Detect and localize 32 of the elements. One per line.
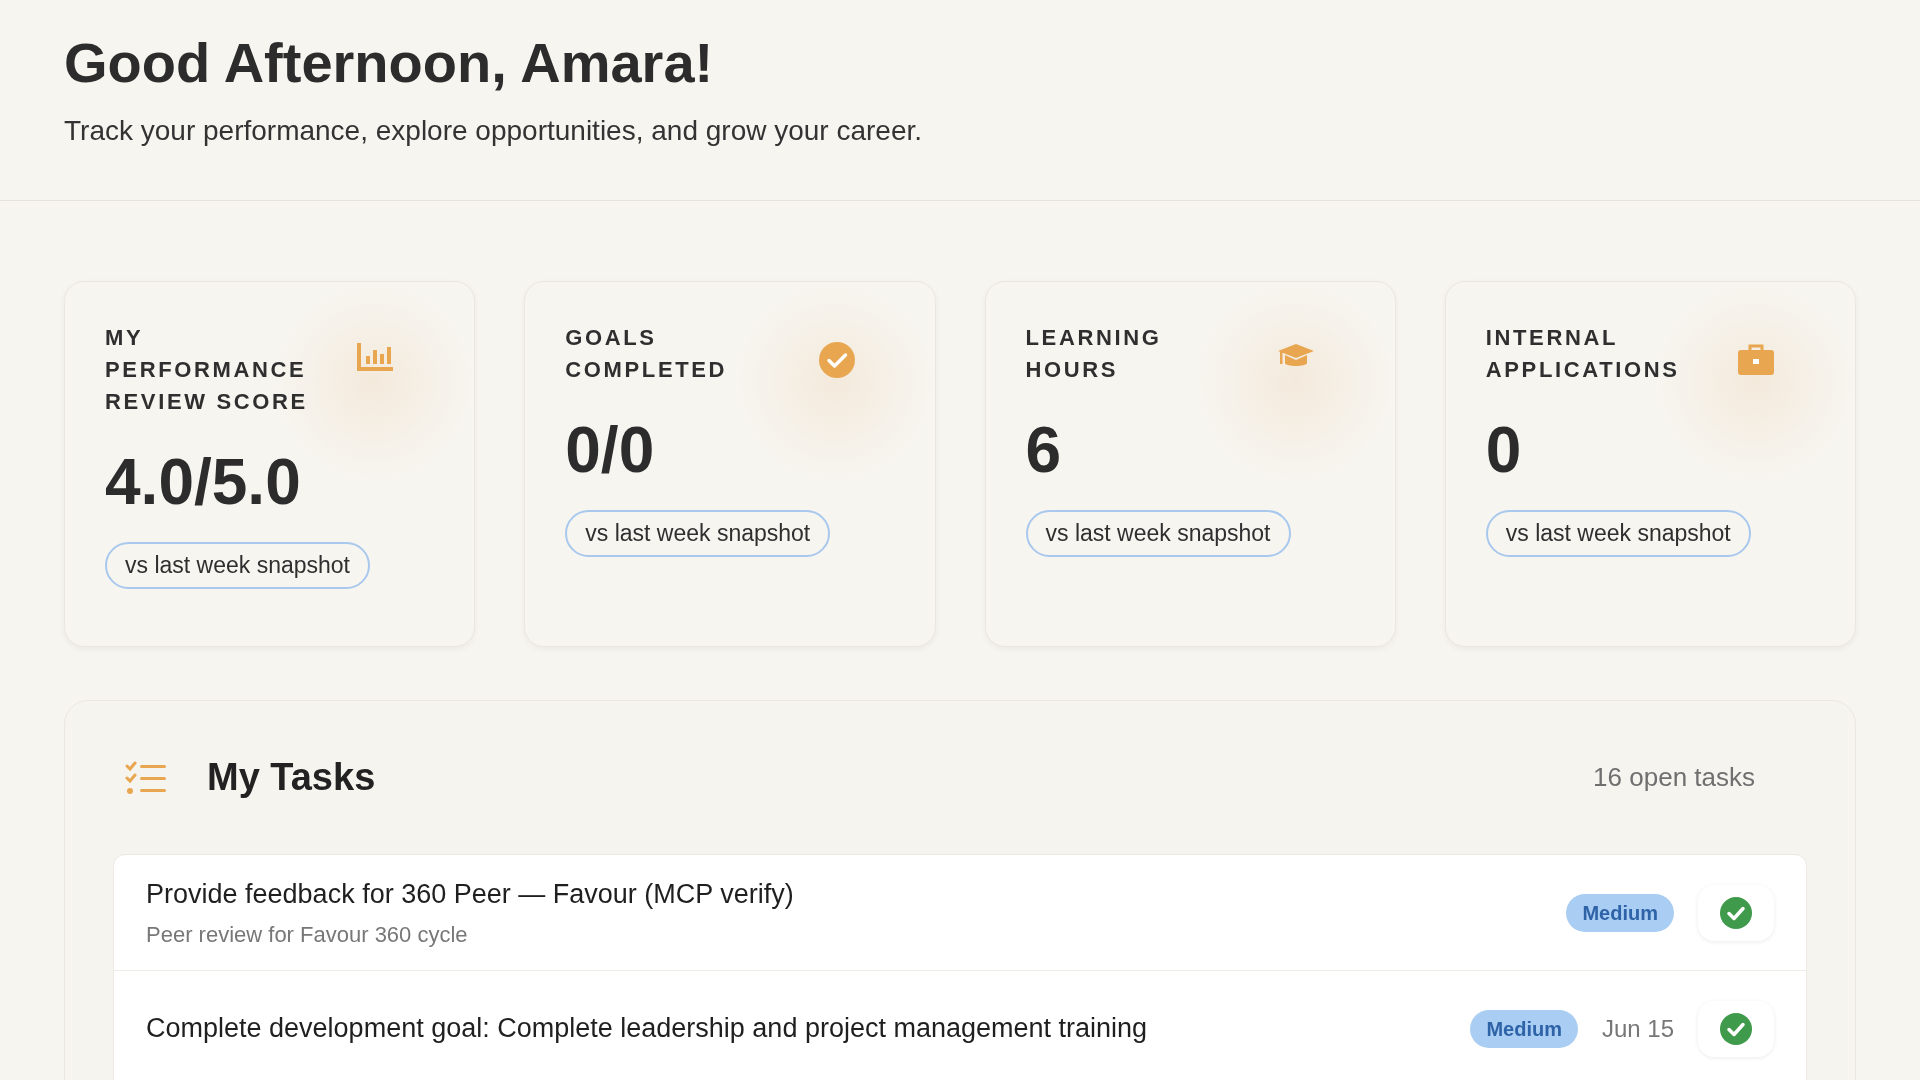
- check-circle-icon: [1720, 1012, 1752, 1045]
- stat-label: GOALS COMPLETED: [565, 324, 729, 384]
- task-row[interactable]: Provide feedback for 360 Peer — Favour (MCP verify) Peer review for Favour 360 cycle Medium: [114, 855, 1806, 971]
- task-title: Complete development goal: Complete leadership and project management training: [146, 1012, 1148, 1046]
- check-circle-icon: [818, 342, 855, 378]
- due-date: Jun 15: [1601, 1013, 1674, 1044]
- check-circle-icon: [1720, 896, 1752, 929]
- stat-value: 6: [1025, 418, 1063, 482]
- task-row[interactable]: Complete development goal: Complete leadership and project management training Medium Jun 15: [114, 971, 1806, 1080]
- stat-value: 4.0/5.0: [105, 450, 302, 514]
- open-tasks-count: 16 open tasks: [1593, 761, 1755, 794]
- stat-label: LEARNING HOURS: [1025, 324, 1163, 384]
- priority-badge: Medium: [1470, 1009, 1578, 1048]
- complete-button[interactable]: [1698, 884, 1774, 941]
- complete-button[interactable]: [1698, 1000, 1774, 1057]
- priority-badge: Medium: [1566, 893, 1674, 932]
- bar-chart-icon: [356, 342, 395, 372]
- page-subtitle: Track your performance, explore opportunities, and grow your career.: [64, 114, 924, 148]
- tasks-title: My Tasks: [207, 755, 376, 800]
- comparison-pill: vs last week snapshot: [1485, 510, 1751, 557]
- stat-value: 0: [1485, 418, 1523, 482]
- stat-label: MY PERFORMANCE REVIEW SCORE: [105, 324, 309, 416]
- task-title: Provide feedback for 360 Peer — Favour (MCP verify): [146, 877, 794, 911]
- stat-value: 0/0: [565, 418, 656, 482]
- page-title: Good Afternoon, Amara!: [64, 30, 715, 96]
- comparison-pill: vs last week snapshot: [105, 542, 370, 589]
- stat-label: INTERNAL APPLICATIONS: [1485, 324, 1681, 384]
- checklist-icon: [125, 760, 167, 795]
- task-description: Peer review for Favour 360 cycle: [146, 921, 469, 950]
- comparison-pill: vs last week snapshot: [1025, 510, 1291, 557]
- briefcase-icon: [1737, 342, 1775, 376]
- comparison-pill: vs last week snapshot: [565, 510, 831, 557]
